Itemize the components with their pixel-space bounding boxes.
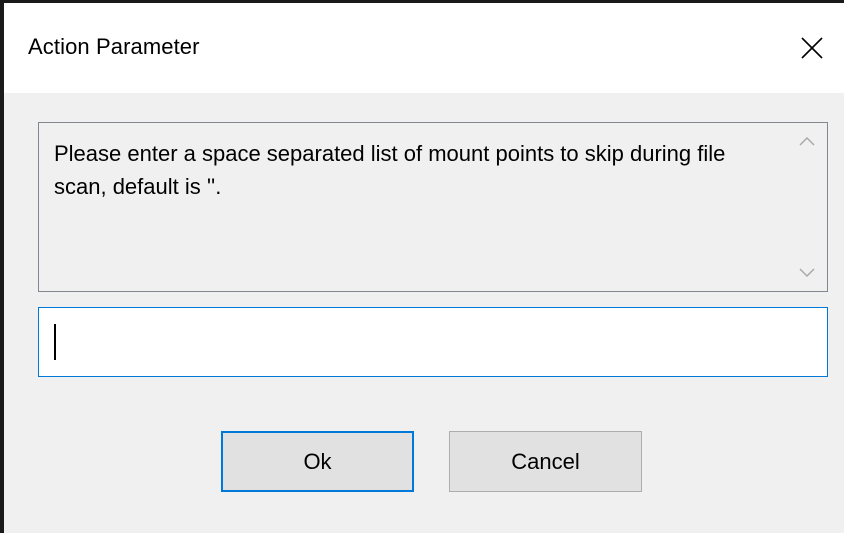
title-bar: Action Parameter (4, 3, 844, 93)
close-icon (801, 37, 823, 59)
dialog-title: Action Parameter (28, 34, 200, 59)
scroll-down-button[interactable] (787, 255, 827, 291)
cancel-button[interactable]: Cancel (449, 431, 642, 492)
message-text: Please enter a space separated list of m… (54, 141, 726, 199)
vertical-scrollbar[interactable] (787, 123, 827, 291)
dialog-body: Please enter a space separated list of m… (4, 93, 844, 533)
mount-points-input[interactable] (38, 307, 828, 377)
message-textarea[interactable]: Please enter a space separated list of m… (38, 122, 828, 292)
text-caret (54, 324, 56, 360)
close-button[interactable] (780, 3, 844, 93)
chevron-down-icon (799, 268, 815, 277)
scroll-up-button[interactable] (787, 123, 827, 159)
action-parameter-dialog: Action Parameter Please enter a space se… (0, 0, 844, 533)
chevron-up-icon (799, 137, 815, 146)
ok-button[interactable]: Ok (221, 431, 414, 492)
